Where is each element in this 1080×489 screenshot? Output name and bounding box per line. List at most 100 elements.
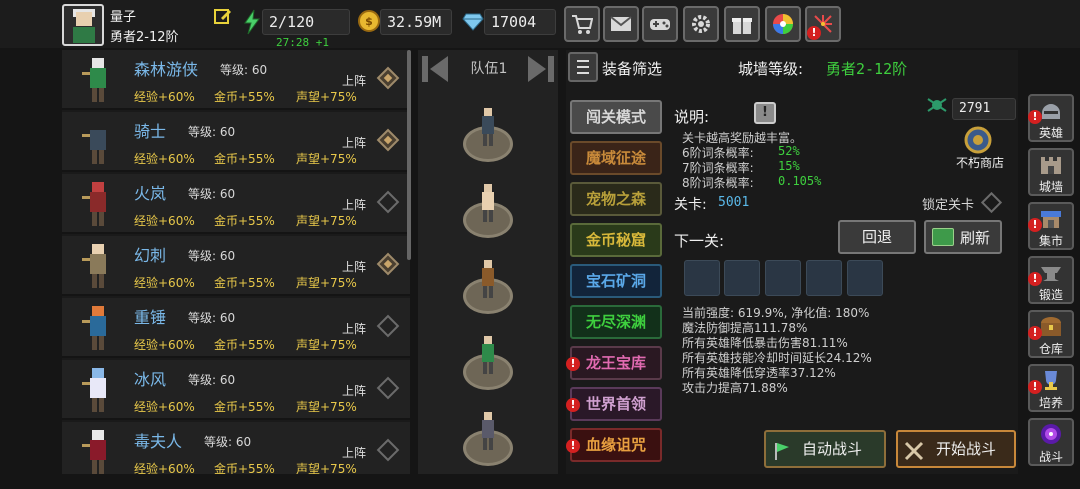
mode-button[interactable]: 魔域征途 [570,141,662,175]
mode-button[interactable]: 金币秘窟 [570,223,662,257]
side-nav-chest-button[interactable]: 仓库! [1028,310,1074,358]
team-slot[interactable] [460,108,516,164]
settings-icon[interactable] [683,6,719,42]
hero-deploy-toggle[interactable] [376,376,400,400]
rate-6-value: 52% [778,144,800,158]
team-slot[interactable] [460,184,516,240]
hero-deploy-label: 上阵 [342,198,367,212]
hero-portrait [70,426,126,474]
hero-deploy-toggle[interactable] [376,252,400,276]
cart-icon[interactable] [564,6,600,42]
side-nav-trophy-button[interactable]: 培养! [1028,364,1074,412]
edit-icon[interactable] [214,7,232,25]
hero-level: 等级: 60 [188,125,236,139]
mode-label: 龙王宝库 [585,354,646,372]
hero-exp-bonus: 经验+60% [134,214,195,228]
warning-badge-icon: ! [1028,326,1042,340]
team-slot[interactable] [460,260,516,316]
svg-text:$: $ [365,15,373,28]
hero-name: 重锤 [134,308,167,327]
stage-label: 关卡: [674,197,707,213]
description-label: 说明: [674,108,710,126]
team-slot[interactable] [460,412,516,468]
hero-exp-bonus: 经验+60% [134,338,195,352]
refresh-button[interactable]: 刷新 [924,220,1002,254]
hero-gold-bonus: 金币+55% [214,214,275,228]
side-nav-portal-button[interactable]: 战斗 [1028,418,1074,466]
mode-button[interactable]: 血缘诅咒! [566,428,662,462]
mode-label: 宝石矿洞 [585,272,646,290]
mode-button[interactable]: 龙王宝库! [566,346,662,380]
gold-counter: 32.59M [380,9,452,35]
wall-level-label: 城墙等级: [738,60,804,78]
hero-fame-bonus: 声望+75% [296,214,357,228]
immortal-shop-label[interactable]: 不朽商店 [956,154,1004,171]
hero-deploy-toggle[interactable] [376,314,400,338]
hero-name: 冰风 [134,370,167,389]
portal-icon [1039,423,1063,445]
hero-portrait [70,178,126,230]
mail-icon[interactable] [603,6,639,42]
filter-menu-icon[interactable] [568,52,598,82]
hero-row[interactable]: 火岚 等级: 60 上阵 经验+60% 金币+55% 声望+75% [62,174,410,234]
hero-row[interactable]: 毒夫人 等级: 60 上阵 经验+60% 金币+55% 声望+75% [62,422,410,474]
warning-badge-icon: ! [1028,272,1042,286]
team-prev-arrow-icon[interactable] [420,54,450,84]
hero-fame-bonus: 声望+75% [296,462,357,474]
player-avatar[interactable] [62,4,104,46]
hero-fame-bonus: 声望+75% [296,276,357,290]
hero-deploy-label: 上阵 [342,322,367,336]
hero-deploy-toggle[interactable] [376,66,400,90]
rate-8-label: 8阶词条概率: [682,176,754,190]
mode-button[interactable]: 闯关模式 [570,100,662,134]
hero-deploy-label: 上阵 [342,260,367,274]
enemy-ghost-icon [765,260,801,296]
player-name: 量子 [110,10,137,25]
hero-row[interactable]: 森林游侠 等级: 60 上阵 经验+60% 金币+55% 声望+75% [62,50,410,110]
hero-row[interactable]: 冰风 等级: 60 上阵 经验+60% 金币+55% 声望+75% [62,360,410,420]
chest-icon [1039,315,1063,337]
hero-deploy-toggle[interactable] [376,190,400,214]
refresh-label: 刷新 [960,229,991,247]
side-nav-helmet-button[interactable]: 英雄! [1028,94,1074,142]
gold-coin-icon: $ [358,10,380,32]
side-nav-castle-button[interactable]: 城墙 [1028,148,1074,196]
rate-7-value: 15% [778,159,800,173]
back-button[interactable]: 回退 [838,220,916,254]
next-stage-label: 下一关: [674,232,725,250]
lock-stage-toggle[interactable] [980,191,1003,214]
hero-deploy-label: 上阵 [342,446,367,460]
mode-button[interactable]: 宝石矿洞 [570,264,662,298]
warning-badge-icon: ! [1028,110,1042,124]
equipment-filter-label[interactable]: 装备筛选 [602,58,662,79]
hero-deploy-toggle[interactable] [376,438,400,462]
hero-list-scrollbar[interactable] [407,50,411,260]
hero-deploy-toggle[interactable] [376,128,400,152]
side-nav-market-button[interactable]: 集市! [1028,202,1074,250]
mode-button[interactable]: 世界首领! [566,387,662,421]
hero-row[interactable]: 幻刺 等级: 60 上阵 经验+60% 金币+55% 声望+75% [62,236,410,296]
fireworks-icon[interactable]: ! [805,6,841,42]
team-next-arrow-icon[interactable] [526,54,556,84]
warning-badge-icon: ! [1028,380,1042,394]
hero-gold-bonus: 金币+55% [214,400,275,414]
info-icon[interactable]: ! [754,102,776,124]
immortal-shop-icon[interactable] [964,126,992,154]
start-battle-button[interactable]: 开始战斗 [896,430,1016,468]
gift-icon[interactable] [724,6,760,42]
hero-row[interactable]: 重锤 等级: 60 上阵 经验+60% 金币+55% 声望+75% [62,298,410,358]
refresh-icon [932,228,954,246]
auto-battle-button[interactable]: 自动战斗 [764,430,886,468]
mode-button[interactable]: 宠物之森 [570,182,662,216]
hero-name: 森林游侠 [134,60,199,79]
hero-row[interactable]: 骑士 等级: 60 上阵 经验+60% 金币+55% 声望+75% [62,112,410,172]
mode-button[interactable]: 无尽深渊 [570,305,662,339]
warning-badge-icon: ! [1028,218,1042,232]
team-slot[interactable] [460,336,516,392]
hero-list[interactable]: 森林游侠 等级: 60 上阵 经验+60% 金币+55% 声望+75% 骑士 等… [62,50,410,474]
spider-token-icon [926,94,948,116]
side-nav-anvil-button[interactable]: 锻造! [1028,256,1074,304]
color-wheel-icon[interactable] [765,6,801,42]
gamepad-icon[interactable] [642,6,678,42]
rate-8-value: 0.105% [778,174,822,188]
